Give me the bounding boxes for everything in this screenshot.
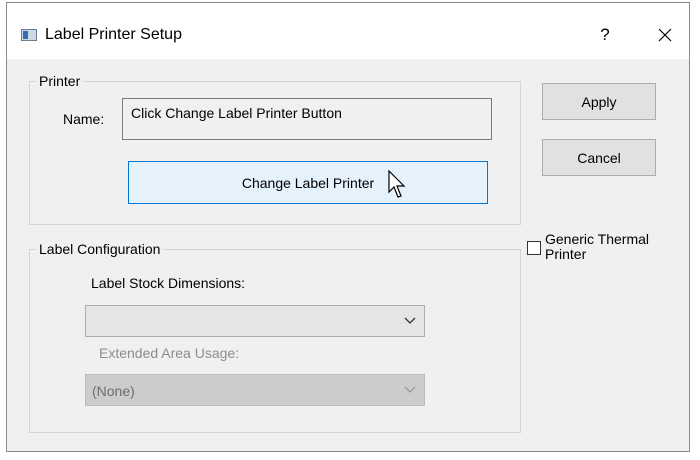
printer-name-label: Name: [63,111,105,127]
close-icon [658,28,672,42]
title-bar: Label Printer Setup ? [7,3,689,59]
chevron-down-icon [404,386,416,393]
extended-area-usage-label: Extended Area Usage: [99,345,240,361]
label-stock-dimensions-label: Label Stock Dimensions: [91,275,246,291]
apply-button[interactable]: Apply [542,83,656,120]
help-button[interactable]: ? [585,17,625,53]
mouse-pointer-icon [388,170,406,198]
extended-area-usage-value: (None) [92,383,135,399]
chevron-down-icon [404,317,416,324]
label-configuration-legend: Label Configuration [36,241,164,257]
change-label-printer-button[interactable]: Change Label Printer [128,161,488,204]
label-stock-dimensions-dropdown[interactable] [85,305,425,337]
printer-name-field[interactable]: Click Change Label Printer Button [122,98,492,140]
app-window-icon [21,29,37,41]
generic-thermal-printer-label: Generic Thermal Printer [545,231,650,262]
printer-group-legend: Printer [36,73,84,89]
dialog-title: Label Printer Setup [45,26,182,43]
generic-thermal-printer-checkbox[interactable] [527,241,541,255]
extended-area-usage-dropdown[interactable]: (None) [85,374,425,406]
label-printer-setup-dialog: Label Printer Setup ? Printer Name: Clic… [6,2,690,452]
close-button[interactable] [643,17,687,53]
cancel-button[interactable]: Cancel [542,139,656,176]
